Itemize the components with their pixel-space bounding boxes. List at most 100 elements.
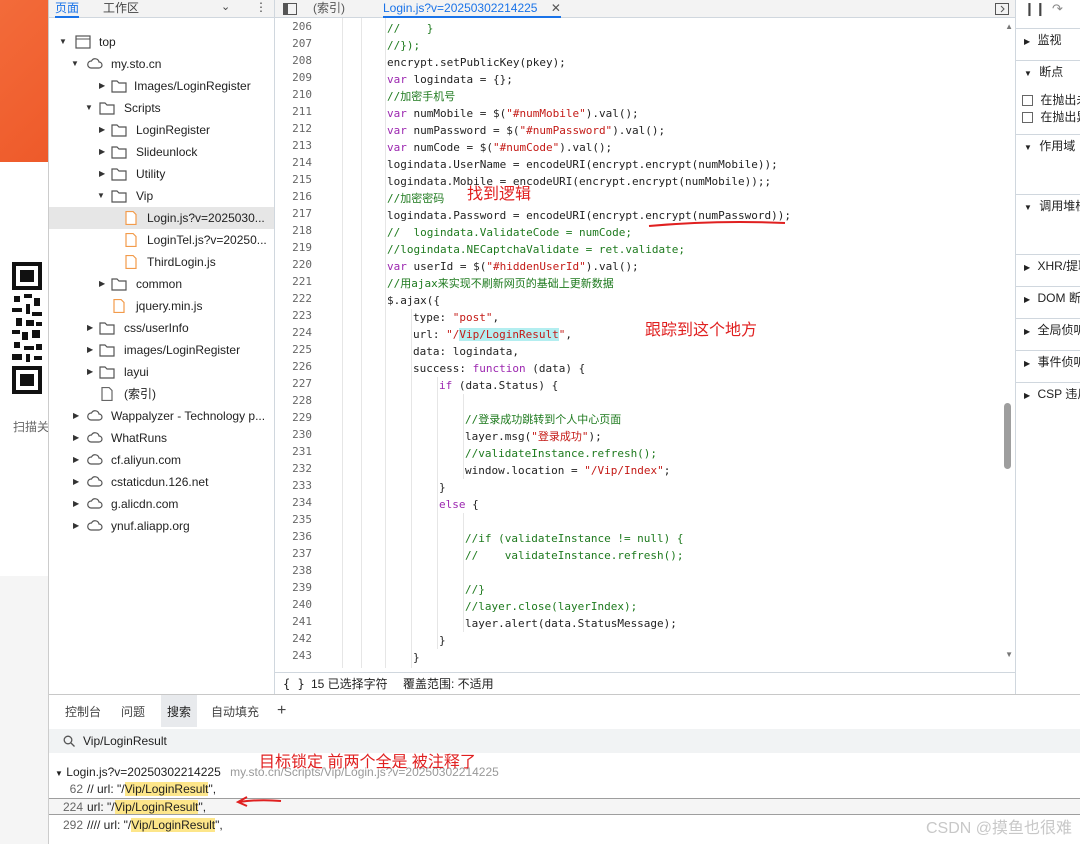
- search-result-row-selected[interactable]: 224 url: "/Vip/LoginResult",: [49, 798, 1080, 815]
- line-number: 237: [292, 547, 312, 560]
- code-line[interactable]: var numCode = $("#numCode").val();: [387, 139, 612, 156]
- code-line[interactable]: var numMobile = $("#numMobile").val();: [387, 105, 639, 122]
- code-line[interactable]: success: function (data) {: [413, 360, 585, 377]
- section-scope[interactable]: ▼ 作用域: [1016, 134, 1080, 156]
- tab-index[interactable]: (索引): [313, 0, 345, 18]
- search-result-row[interactable]: 62 // url: "/Vip/LoginResult",: [49, 781, 1080, 798]
- tree-item-file[interactable]: ThirdLogin.js: [49, 251, 274, 273]
- section-global-listeners[interactable]: ▶ 全局侦听: [1016, 318, 1080, 340]
- code-line[interactable]: //加密手机号: [387, 88, 455, 105]
- line-number-gutter[interactable]: 206 207 208 209 210 211 212 213 214 215 …: [275, 18, 343, 668]
- checkbox[interactable]: [1022, 95, 1033, 106]
- toggle-debugger-icon[interactable]: [995, 3, 1009, 15]
- tree-item-domain[interactable]: ▶ ynuf.aliapp.org: [49, 515, 274, 537]
- code-line[interactable]: });: [387, 666, 407, 668]
- code-line[interactable]: var logindata = {};: [387, 71, 513, 88]
- tree-item-top[interactable]: ▼ top: [49, 31, 274, 53]
- tree-item-domain[interactable]: ▶ Wappalyzer - Technology p...: [49, 405, 274, 427]
- tree-item-file[interactable]: (索引): [49, 383, 274, 405]
- chevron-down-icon[interactable]: ⌄: [221, 0, 230, 13]
- section-dom-breakpoints[interactable]: ▶ DOM 断点: [1016, 286, 1080, 308]
- tree-item-folder[interactable]: ▶ Images/LoginRegister: [49, 75, 274, 97]
- toggle-navigator-icon[interactable]: [283, 3, 297, 15]
- tab-login-js[interactable]: Login.js?v=20250302214225 ✕: [383, 0, 561, 18]
- code-line[interactable]: // logindata.ValidateCode = numCode;: [387, 224, 632, 241]
- step-over-icon[interactable]: ↷: [1052, 0, 1063, 18]
- tab-autofill[interactable]: 自动填充: [211, 695, 259, 727]
- tree-item-folder[interactable]: ▶ css/userInfo: [49, 317, 274, 339]
- code-line[interactable]: }: [439, 479, 446, 496]
- code-line[interactable]: logindata.Mobile = encodeURI(encrypt.enc…: [387, 173, 771, 190]
- tab-issues[interactable]: 问题: [121, 695, 145, 727]
- tab-workspace[interactable]: 工作区: [103, 0, 139, 18]
- close-icon[interactable]: ✕: [551, 1, 561, 15]
- pause-caught-checkbox[interactable]: 在抛出异: [1016, 106, 1080, 128]
- scroll-down-icon[interactable]: ▼: [1005, 650, 1013, 659]
- code-line[interactable]: //}: [465, 581, 485, 598]
- cloud-icon: [87, 410, 103, 421]
- tree-item-file[interactable]: jquery.min.js: [49, 295, 274, 317]
- code-line[interactable]: //logindata.NECaptchaValidate = ret.vali…: [387, 241, 685, 258]
- pause-icon[interactable]: ❙❙: [1024, 0, 1046, 18]
- code-line[interactable]: //if (validateInstance != null) {: [465, 530, 684, 547]
- line-number: 218: [292, 224, 312, 237]
- tree-item-folder[interactable]: ▶ LoginRegister: [49, 119, 274, 141]
- tree-item-folder[interactable]: ▶ layui: [49, 361, 274, 383]
- section-csp-violations[interactable]: ▶ CSP 违反: [1016, 382, 1080, 404]
- code-line[interactable]: // }: [387, 20, 433, 37]
- expanded-triangle-icon: ▼: [85, 103, 93, 112]
- tab-page[interactable]: 页面: [55, 0, 80, 18]
- code-line[interactable]: else {: [439, 496, 479, 513]
- tree-item-domain[interactable]: ▶ g.alicdn.com: [49, 493, 274, 515]
- code-line[interactable]: $.ajax({: [387, 292, 440, 309]
- pretty-print-button[interactable]: { }: [283, 673, 305, 695]
- code-line[interactable]: }: [413, 649, 420, 666]
- code-line[interactable]: logindata.UserName = encodeURI(encrypt.e…: [387, 156, 778, 173]
- code-line[interactable]: //加密密码: [387, 190, 444, 207]
- code-line[interactable]: var userId = $("#hiddenUserId").val();: [387, 258, 639, 275]
- code-editor[interactable]: 206 207 208 209 210 211 212 213 214 215 …: [275, 18, 1015, 668]
- tree-item-folder[interactable]: ▶ images/LoginRegister: [49, 339, 274, 361]
- code-line[interactable]: //validateInstance.refresh();: [465, 445, 657, 462]
- tree-item-domain[interactable]: ▶ cstaticdun.126.net: [49, 471, 274, 493]
- tree-item-folder[interactable]: ▶ Utility: [49, 163, 274, 185]
- code-line[interactable]: //layer.close(layerIndex);: [465, 598, 637, 615]
- code-line[interactable]: }: [439, 632, 446, 649]
- tree-item-folder[interactable]: ▼ Scripts: [49, 97, 274, 119]
- more-options-icon[interactable]: ⋮: [255, 0, 267, 14]
- add-tab-button[interactable]: +: [277, 695, 286, 727]
- code-line[interactable]: //登录成功跳转到个人中心页面: [465, 411, 621, 428]
- collapsed-triangle-icon: ▶: [73, 433, 80, 442]
- editor-scrollbar[interactable]: [1004, 403, 1011, 469]
- code-line[interactable]: encrypt.setPublicKey(pkey);: [387, 54, 566, 71]
- section-xhr-breakpoints[interactable]: ▶ XHR/提取: [1016, 254, 1080, 276]
- tree-item-file-selected[interactable]: Login.js?v=2025030...: [49, 207, 274, 229]
- code-line[interactable]: layer.msg("登录成功");: [465, 428, 602, 445]
- code-line[interactable]: type: "post",: [413, 309, 499, 326]
- code-line[interactable]: window.location = "/Vip/Index";: [465, 462, 670, 479]
- code-line[interactable]: // validateInstance.refresh();: [465, 547, 684, 564]
- tab-console[interactable]: 控制台: [65, 695, 101, 727]
- tree-item-domain[interactable]: ▶ cf.aliyun.com: [49, 449, 274, 471]
- code-line[interactable]: if (data.Status) {: [439, 377, 558, 394]
- section-event-listeners[interactable]: ▶ 事件侦听: [1016, 350, 1080, 372]
- tree-item-folder[interactable]: ▶ Slideunlock: [49, 141, 274, 163]
- section-watch[interactable]: ▶ 监视: [1016, 28, 1080, 50]
- code-line[interactable]: url: "/Vip/LoginResult",: [413, 326, 572, 343]
- tree-item-file[interactable]: LoginTel.js?v=20250...: [49, 229, 274, 251]
- tree-item-folder[interactable]: ▶ common: [49, 273, 274, 295]
- tree-item-domain[interactable]: ▼ my.sto.cn: [49, 53, 274, 75]
- tree-item-domain[interactable]: ▶ WhatRuns: [49, 427, 274, 449]
- section-call-stack[interactable]: ▼ 调用堆栈: [1016, 194, 1080, 216]
- code-line[interactable]: var numPassword = $("#numPassword").val(…: [387, 122, 665, 139]
- checkbox[interactable]: [1022, 112, 1033, 123]
- tab-search[interactable]: 搜索: [161, 695, 198, 727]
- scroll-up-icon[interactable]: ▲: [1005, 22, 1013, 31]
- search-input[interactable]: Vip/LoginResult: [49, 729, 1080, 753]
- tree-item-folder[interactable]: ▼ Vip: [49, 185, 274, 207]
- code-line[interactable]: data: logindata,: [413, 343, 519, 360]
- section-breakpoints[interactable]: ▼ 断点: [1016, 60, 1080, 82]
- code-line[interactable]: //用ajax来实现不刷新网页的基础上更新数据: [387, 275, 614, 292]
- code-line[interactable]: //});: [387, 37, 420, 54]
- code-line[interactable]: layer.alert(data.StatusMessage);: [465, 615, 677, 632]
